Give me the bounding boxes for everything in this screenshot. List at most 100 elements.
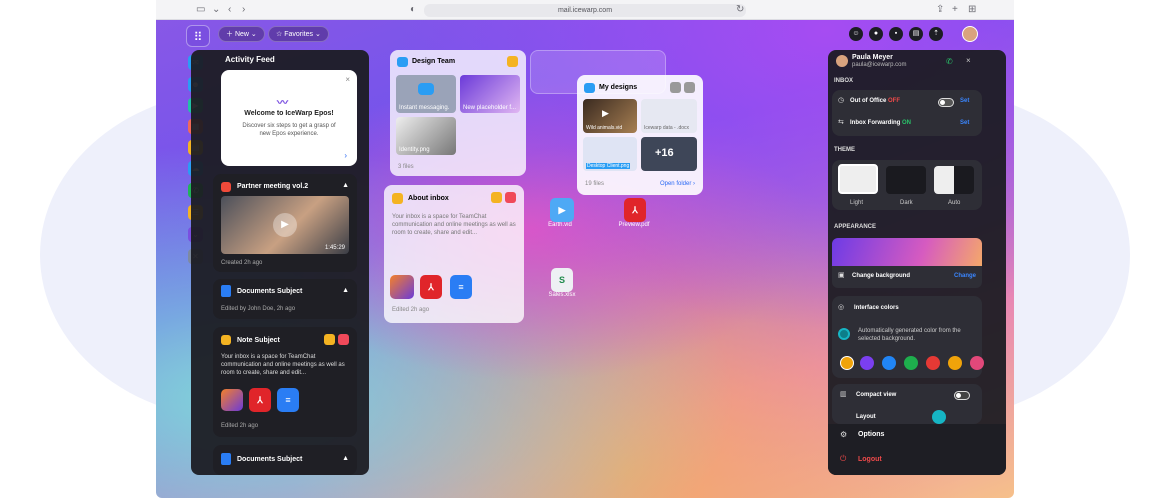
play-icon[interactable]: ▶ (273, 213, 297, 237)
documents-card-2[interactable]: Documents Subject ▲ (213, 445, 357, 475)
my-designs-card[interactable]: My designs ▶ Wild animals.vid Icewarp da… (577, 75, 703, 195)
back-icon[interactable]: ‹ (228, 4, 231, 15)
about-inbox-title: About inbox (408, 195, 449, 202)
theme-dark-option[interactable] (886, 166, 926, 194)
forward-icon[interactable]: › (242, 4, 245, 15)
open-folder-link[interactable]: Open folder › (660, 181, 695, 187)
status-icon[interactable]: ☺ (849, 27, 863, 41)
eyedropper-swatch[interactable] (840, 356, 854, 370)
partner-meeting-card[interactable]: Partner meeting vol.2 ▲ ▶ 1:45:29 Create… (213, 174, 357, 272)
layout-selected-icon[interactable] (932, 410, 946, 424)
note-text: Your inbox is a space for TeamChat commu… (221, 354, 345, 376)
more-files-tile[interactable]: +16 (641, 137, 697, 171)
image-file-icon[interactable] (390, 275, 414, 299)
video-duration: 1:45:29 (324, 245, 345, 251)
folder-icon (397, 57, 408, 67)
gear-icon: ⚙ (840, 430, 848, 439)
color-swatch[interactable] (904, 356, 918, 370)
docs-file-icon[interactable]: ≡ (277, 388, 299, 412)
address-bar[interactable]: mail.icewarp.com (424, 4, 746, 17)
spreadsheet-file-icon: S (551, 268, 573, 292)
forwarding-set-button[interactable]: Set (960, 120, 969, 126)
calendar-icon[interactable]: ▤ (909, 27, 923, 41)
file-name: Identity.png (399, 147, 430, 153)
share-icon[interactable]: ⇪ (936, 4, 944, 15)
options-row[interactable]: ⚙ Options ⏻ Logout (828, 424, 1006, 475)
sidebar-toggle-icon[interactable]: ▭ (196, 4, 205, 15)
partner-meeting-meta: Created 2h ago (221, 260, 263, 266)
pdf-file-icon[interactable]: ⅄ (420, 275, 442, 299)
welcome-card[interactable]: × 〰 Welcome to IceWarp Epos! Discover si… (221, 70, 357, 166)
docs-file-icon[interactable]: ≡ (450, 275, 472, 299)
play-icon[interactable]: ▶ (602, 108, 609, 119)
pin-badge-icon (338, 334, 349, 345)
new-tab-icon[interactable]: + (952, 4, 958, 15)
change-background-button[interactable]: Change (954, 273, 976, 279)
about-inbox-meta: Edited 2h ago (392, 307, 430, 313)
sales-file[interactable]: S Sales.xlsx (546, 268, 578, 298)
file-thumbnail[interactable]: New placeholder f... (460, 75, 520, 113)
out-of-office-toggle[interactable] (938, 98, 954, 107)
inbox-settings-card: ◷ Out of Office OFF Set ⇆ Inbox Forwardi… (832, 90, 982, 136)
logout-icon[interactable]: ⏻ (840, 454, 846, 464)
apps-grid-button[interactable]: ⠿ (186, 25, 210, 47)
file-thumbnail[interactable]: ▶ Wild animals.vid (583, 99, 637, 133)
color-swatch[interactable] (970, 356, 984, 370)
profile-name: Paula Meyer (852, 54, 893, 61)
new-button[interactable]: ＋ New ⌄ (218, 26, 265, 42)
change-background-row[interactable]: ▣ Change background Change (832, 266, 982, 288)
chevron-right-icon[interactable]: › (344, 151, 347, 160)
pdf-file-icon[interactable]: ⅄ (249, 388, 271, 412)
compact-view-toggle[interactable] (954, 391, 970, 400)
file-name: New placeholder f... (463, 105, 517, 111)
close-icon[interactable]: × (966, 56, 971, 65)
theme-light-option[interactable] (838, 164, 878, 194)
color-swatch[interactable] (882, 356, 896, 370)
chat-icon[interactable]: ● (869, 27, 883, 41)
color-swatch[interactable] (860, 356, 874, 370)
out-of-office-status: OFF (888, 98, 901, 104)
privacy-icon: ◐ (410, 4, 417, 15)
image-file-icon[interactable] (221, 389, 243, 411)
logout-label[interactable]: Logout (858, 456, 882, 463)
upload-icon[interactable]: ⇡ (929, 27, 943, 41)
note-card[interactable]: Note Subject Your inbox is a space for T… (213, 327, 357, 437)
out-of-office-set-button[interactable]: Set (960, 98, 969, 104)
phone-icon[interactable]: ✆ (946, 57, 953, 66)
shared-badge-icon (684, 82, 695, 93)
earth-file[interactable]: ▶ Earth.vid (548, 198, 576, 228)
file-thumbnail[interactable]: Icewarp data - .docx (641, 99, 697, 133)
person-icon: ▲ (342, 182, 349, 189)
theme-heading: THEME (834, 147, 855, 153)
theme-auto-option[interactable] (934, 166, 974, 194)
tab-overview-icon[interactable]: ⊞ (968, 4, 976, 15)
preview-file[interactable]: ⅄ Preview.pdf (618, 198, 652, 228)
note-icon (392, 193, 403, 204)
color-swatch[interactable] (948, 356, 962, 370)
reload-icon[interactable]: ↻ (736, 4, 744, 15)
background-preview[interactable] (832, 238, 982, 266)
messages-icon[interactable]: ▪ (889, 27, 903, 41)
close-icon[interactable]: × (345, 75, 350, 84)
about-inbox-card[interactable]: About inbox Your inbox is a space for Te… (384, 185, 524, 323)
design-team-card[interactable]: Design Team Instant messaging. New place… (390, 50, 526, 176)
welcome-title: Welcome to IceWarp Epos! (244, 110, 334, 117)
plus-icon: ＋ (226, 31, 235, 38)
file-thumbnail[interactable]: Desktop Client.png (583, 137, 637, 171)
theme-dark-label: Dark (900, 200, 913, 206)
documents-card[interactable]: Documents Subject ▲ Edited by John Doe, … (213, 279, 357, 319)
favorites-button[interactable]: ☆ Favorites ⌄ (268, 26, 329, 42)
file-name: Desktop Client.png (586, 163, 631, 169)
chevron-down-icon[interactable]: ⌄ (212, 4, 220, 15)
profile-panel: Paula Meyer paula@icewarp.com ✆ × INBOX … (828, 50, 1006, 475)
auto-color-radio[interactable] (838, 328, 850, 340)
file-thumbnail[interactable]: Identity.png (396, 117, 456, 155)
meeting-video-thumbnail[interactable]: ▶ 1:45:29 (221, 196, 349, 254)
file-count: 19 files (585, 181, 605, 187)
file-thumbnail[interactable]: Instant messaging. (396, 75, 456, 113)
file-name: Icewarp data - .docx (644, 125, 690, 131)
avatar[interactable] (962, 26, 978, 42)
color-swatch[interactable] (926, 356, 940, 370)
favorites-label: Favorites (284, 31, 314, 38)
more-icon[interactable] (670, 82, 681, 93)
